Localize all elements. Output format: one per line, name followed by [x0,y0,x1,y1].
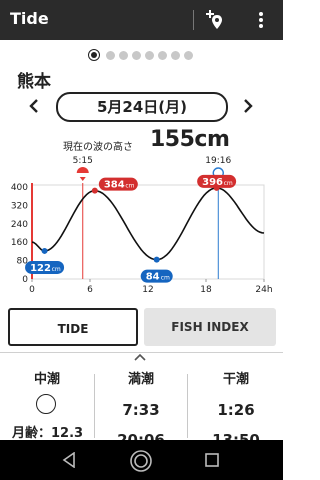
tide-value-label: 122 cm [25,260,65,274]
page-dot[interactable] [171,51,180,60]
add-location-icon[interactable] [203,8,227,32]
x-tick-label: 24h [255,285,272,295]
page-dot[interactable] [145,51,154,60]
system-nav-bar [0,440,283,480]
chevron-up-icon[interactable] [134,352,146,362]
x-tick-label: 12 [142,285,153,295]
next-date-button[interactable] [240,97,256,118]
page-dot[interactable] [184,51,193,60]
home-icon[interactable] [129,449,153,473]
sun-marker-time: 5:15 [73,156,93,166]
tide-value-unit: cm [224,180,233,187]
tide-value-number: 384 [104,180,125,191]
x-tick-label: 0 [29,285,35,295]
high-tide-point [91,187,98,194]
tide-chart: 4003202401608000 6 12 18 24h5:15 19:16122 cm38… [11,156,273,295]
tide-value-label: 396 cm [197,174,237,188]
tide-type-column: 中潮 [2,368,92,387]
tide-value-label: 384 cm [98,177,138,191]
x-tick-label: 6 [87,285,93,295]
high-tide-time-1: 7:33 [122,401,160,419]
chevron-right-icon [244,99,253,113]
page-dot[interactable] [106,51,115,60]
column-divider [187,374,188,438]
low-tide-column: 干潮 1:26 13:50 [191,368,281,449]
tide-value-number: 84 [146,272,160,283]
moon-age: 月齢：12.3 [12,426,84,441]
tab-tide[interactable]: TIDE [8,308,138,346]
tide-value-unit: cm [52,266,61,273]
tab-bar: TIDE FISH INDEX [8,308,276,346]
app-bar: Tide [0,0,283,40]
date-selector[interactable]: 5月24日(月) [56,92,228,122]
tide-value-label: 84 cm [140,269,173,283]
tide-value-unit: cm [161,275,170,282]
column-divider [94,374,95,438]
app-bar-divider [193,10,194,30]
tide-type-label: 中潮 [33,372,60,387]
page-dot[interactable] [158,51,167,60]
recents-icon[interactable] [205,453,219,467]
sun-marker-time: 19:16 [205,156,231,166]
tab-fish-index[interactable]: FISH INDEX [144,308,276,346]
low-tide-time-1: 1:26 [217,401,255,419]
app-title: Tide [10,9,49,28]
y-tick-label: 160 [11,238,28,248]
moon-phase-icon [36,394,56,414]
plot-area [31,184,265,280]
low-tide-label: 干潮 [222,372,249,387]
y-tick-label: 400 [11,183,28,193]
x-tick-label: 18 [200,285,212,295]
y-tick-label: 320 [11,201,28,211]
location-name: 熊本 [17,72,51,92]
y-tick-label: 0 [22,275,28,285]
high-tide-column: 満潮 7:33 20:06 [96,368,186,449]
tide-value-unit: cm [125,183,134,190]
low-tide-point [153,256,160,263]
page-dot[interactable] [132,51,141,60]
chevron-left-icon [29,99,38,113]
tide-value-number: 396 [202,177,223,188]
sunrise-icon [76,167,89,173]
tide-value-number: 122 [30,263,51,274]
high-tide-label: 満潮 [127,372,154,387]
sunrise-arrow [79,177,86,181]
current-height-value: 155cm [150,127,230,152]
prev-date-button[interactable] [26,97,42,118]
more-vert-icon[interactable] [252,8,270,32]
y-tick-label: 240 [11,220,28,230]
back-icon[interactable] [62,452,76,468]
page-dot[interactable] [119,51,128,60]
low-tide-point [41,247,48,254]
page-dot-active[interactable] [88,49,100,61]
